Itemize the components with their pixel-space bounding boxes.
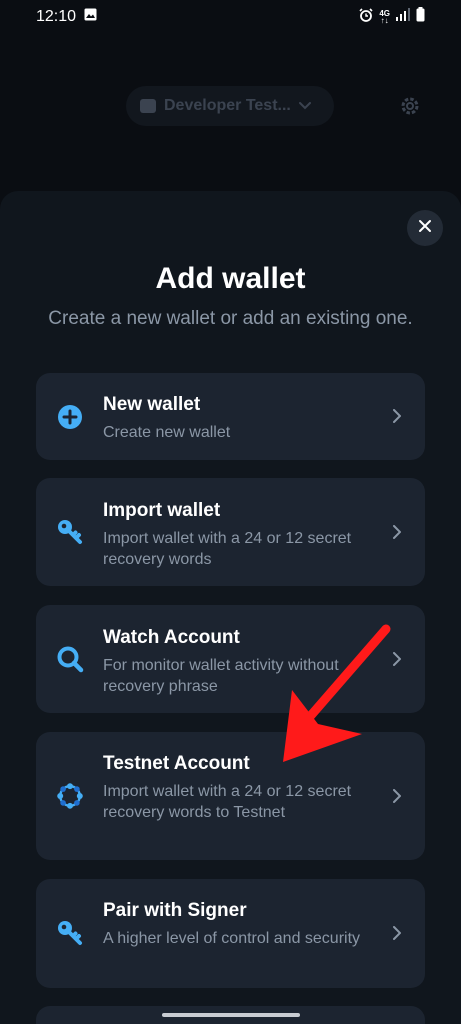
status-bar: 12:10 4G ↑↓ [0, 0, 461, 34]
option-title: New wallet [103, 394, 201, 415]
option-title: Watch Account [103, 627, 240, 648]
status-left: 12:10 [36, 8, 97, 26]
wallet-name: Developer Test... [164, 97, 291, 114]
plus-circle-icon [56, 403, 84, 431]
chevron-right-icon [393, 525, 402, 544]
chevron-right-icon [393, 652, 402, 671]
watch-account-option[interactable]: Watch Account For monitor wallet activit… [36, 605, 425, 713]
option-description: A higher level of control and security [103, 930, 361, 947]
wallet-selector: Developer Test... [126, 86, 334, 126]
testnet-dots-icon [56, 782, 84, 810]
chevron-right-icon [393, 409, 402, 428]
alarm-icon [359, 7, 373, 27]
option-description: Import wallet with a 24 or 12 secret rec… [103, 783, 352, 821]
gear-icon [398, 94, 422, 123]
option-title: Import wallet [103, 500, 221, 521]
gallery-icon [84, 8, 97, 26]
status-time: 12:10 [36, 8, 77, 25]
network-type-icon: 4G ↑↓ [379, 10, 390, 25]
sheet-title: Add wallet [155, 262, 306, 295]
chevron-right-icon [393, 789, 402, 808]
testnet-account-option[interactable]: Testnet Account Import wallet with a 24 … [36, 732, 425, 860]
option-description: For monitor wallet activity without reco… [103, 657, 339, 695]
chevron-right-icon [393, 926, 402, 945]
key-icon [56, 919, 84, 947]
close-icon [418, 219, 432, 238]
status-right: 4G ↑↓ [359, 7, 425, 27]
option-title: Pair with Signer [103, 900, 247, 921]
signal-icon [396, 8, 410, 26]
pair-with-signer-option[interactable]: Pair with Signer A higher level of contr… [36, 879, 425, 988]
option-description: Create new wallet [103, 424, 231, 441]
magnifier-icon [56, 645, 84, 673]
network-activity-label: ↑↓ [380, 16, 389, 25]
home-indicator[interactable] [162, 1013, 300, 1017]
battery-icon [416, 7, 425, 27]
option-description: Import wallet with a 24 or 12 secret rec… [103, 530, 352, 568]
new-wallet-option[interactable]: New wallet Create new wallet [36, 373, 425, 460]
sheet-subtitle: Create a new wallet or add an existing o… [48, 308, 413, 329]
key-icon [56, 518, 84, 546]
import-wallet-option[interactable]: Import wallet Import wallet with a 24 or… [36, 478, 425, 586]
option-title: Testnet Account [103, 753, 250, 774]
chevron-down-icon [298, 97, 311, 115]
wallet-icon [140, 99, 156, 113]
dimmed-header: Developer Test... [0, 80, 461, 130]
close-button[interactable] [407, 210, 443, 246]
